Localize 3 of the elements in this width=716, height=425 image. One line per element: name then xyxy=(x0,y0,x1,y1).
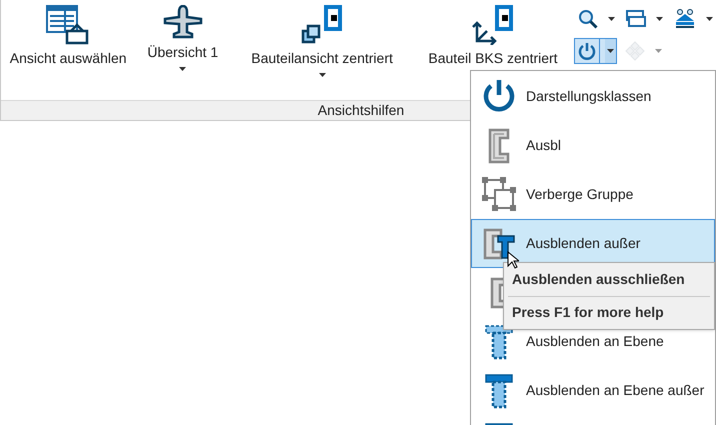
group-label: Ansichtshilfen xyxy=(318,101,404,120)
tooltip-title: Ausblenden ausschließen xyxy=(511,270,686,289)
tooltip-help: Press F1 for more help xyxy=(511,303,665,322)
